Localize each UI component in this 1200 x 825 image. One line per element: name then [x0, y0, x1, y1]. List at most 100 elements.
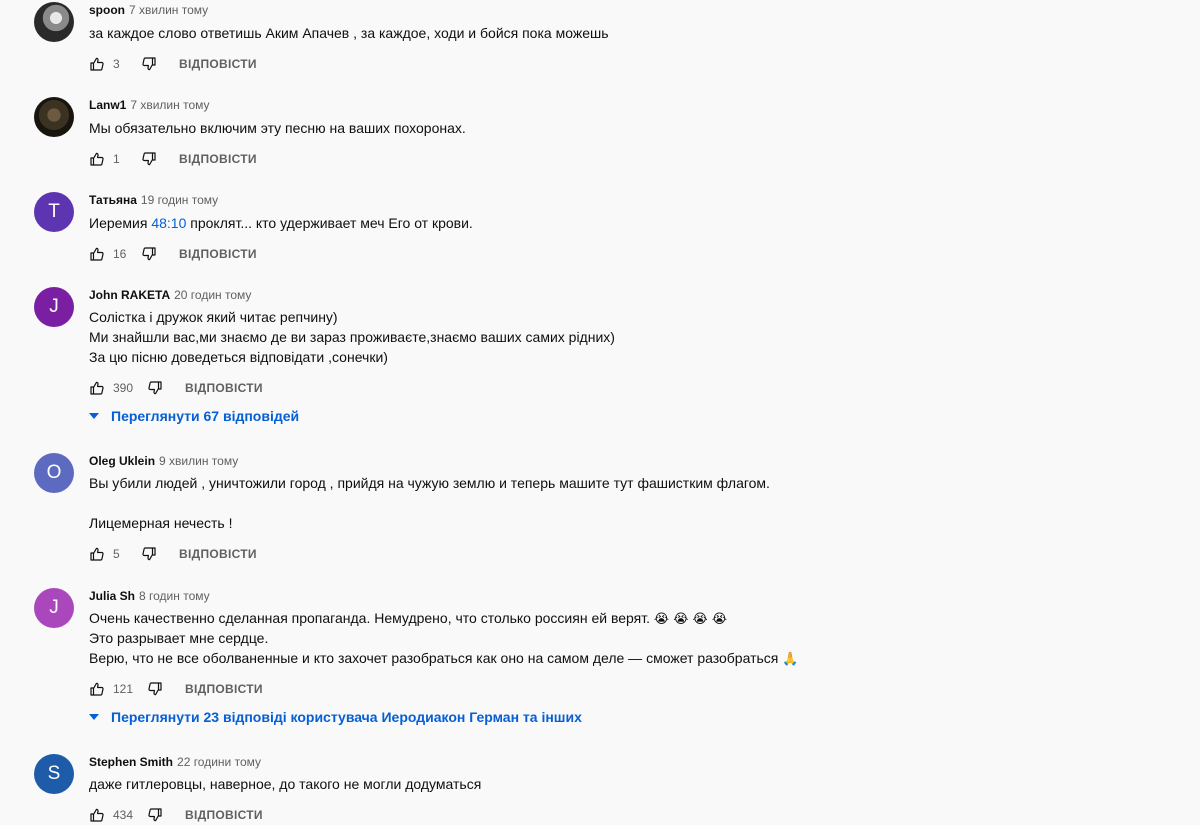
- comment-header: John RAKETA 20 годин тому: [89, 287, 251, 303]
- comment-line: Мы обязательно включим эту песню на ваши…: [89, 120, 466, 136]
- comment-header: Julia Sh 8 годин тому: [89, 588, 210, 604]
- comment-time[interactable]: 8 годин тому: [139, 589, 210, 603]
- comment-line: Очень качественно сделанная пропаганда. …: [89, 608, 798, 628]
- comment-time[interactable]: 7 хвилин тому: [129, 3, 208, 17]
- thumbs-up-icon[interactable]: [89, 681, 105, 697]
- author-name[interactable]: John RAKETA: [89, 288, 170, 302]
- reply-button[interactable]: ВІДПОВІСТИ: [185, 682, 263, 696]
- comment-actions: 5 ВІДПОВІСТИ: [89, 544, 257, 564]
- reply-button[interactable]: ВІДПОВІСТИ: [185, 808, 263, 822]
- reply-button[interactable]: ВІДПОВІСТИ: [185, 381, 263, 395]
- comment-header: Lanw1 7 хвилин тому: [89, 97, 210, 113]
- avatar[interactable]: Т: [34, 192, 74, 232]
- reply-button[interactable]: ВІДПОВІСТИ: [179, 247, 257, 261]
- avatar-letter: S: [47, 763, 61, 784]
- avatar[interactable]: J: [34, 287, 74, 327]
- comment-line: даже гитлеровцы, наверное, до такого не …: [89, 776, 482, 792]
- author-name[interactable]: Oleg Uklein: [89, 454, 155, 468]
- caret-down-icon: [89, 714, 99, 720]
- comment-time[interactable]: 20 годин тому: [174, 288, 251, 302]
- comment-text: Очень качественно сделанная пропаганда. …: [89, 608, 798, 668]
- like-count: 16: [113, 247, 127, 261]
- like-count: 1: [113, 152, 120, 166]
- comment-text-part: проклят... кто удерживает меч Его от кро…: [186, 215, 473, 231]
- comment-time[interactable]: 7 хвилин тому: [130, 98, 209, 112]
- comment-text-part: Иеремия: [89, 215, 152, 231]
- thumbs-up-icon[interactable]: [89, 807, 105, 823]
- comment-line: за каждое слово ответишь Аким Апачев , з…: [89, 25, 609, 41]
- thumbs-down-icon[interactable]: [147, 681, 163, 697]
- thumbs-down-icon[interactable]: [141, 56, 157, 72]
- comment-header: Татьяна 19 годин тому: [89, 192, 218, 208]
- comment-line: Солістка і дружок який читає репчину): [89, 309, 338, 325]
- view-replies-label: Переглянути 67 відповідей: [111, 408, 300, 424]
- comment-time[interactable]: 9 хвилин тому: [159, 454, 238, 468]
- like-count: 121: [113, 682, 134, 696]
- avatar-letter: Т: [48, 201, 60, 222]
- avatar[interactable]: O: [34, 453, 74, 493]
- comment-line: Верю, что не все оболваненные и кто захо…: [89, 648, 798, 668]
- thumbs-down-icon[interactable]: [141, 246, 157, 262]
- comment-line: Ми знайшли вас,ми знаємо де ви зараз про…: [89, 329, 615, 345]
- comment-actions: 16 ВІДПОВІСТИ: [89, 244, 257, 264]
- comment-actions: 121 ВІДПОВІСТИ: [89, 679, 263, 699]
- like-count: 434: [113, 808, 134, 822]
- like-count: 390: [113, 381, 134, 395]
- thumbs-up-icon[interactable]: [89, 151, 105, 167]
- comment-text-part: Очень качественно сделанная пропаганда. …: [89, 610, 650, 626]
- view-replies-button[interactable]: Переглянути 23 відповіді користувача Иер…: [89, 709, 582, 725]
- author-name[interactable]: Stephen Smith: [89, 755, 173, 769]
- thumbs-up-icon[interactable]: [89, 546, 105, 562]
- comment-line: Лицемерная нечесть !: [89, 515, 233, 531]
- like-count: 5: [113, 547, 120, 561]
- comment-line: Иеремия 48:10 проклят... кто удерживает …: [89, 213, 473, 233]
- comment-line: Это разрывает мне сердце.: [89, 630, 269, 646]
- author-name[interactable]: Татьяна: [89, 193, 137, 207]
- author-name[interactable]: Lanw1: [89, 98, 126, 112]
- thumbs-up-icon[interactable]: [89, 246, 105, 262]
- comment-actions: 3 ВІДПОВІСТИ: [89, 54, 257, 74]
- like-count: 3: [113, 57, 120, 71]
- comment-header: Stephen Smith 22 години тому: [89, 754, 261, 770]
- thumbs-down-icon[interactable]: [147, 807, 163, 823]
- praying-hands-emoji-icon: 🙏: [782, 652, 799, 667]
- avatar-letter: O: [46, 462, 62, 483]
- crying-emoji-icon: 😭 😭 😭 😭: [653, 612, 728, 627]
- comment-header: Oleg Uklein 9 хвилин тому: [89, 453, 238, 469]
- avatar[interactable]: S: [34, 754, 74, 794]
- avatar[interactable]: [34, 97, 74, 137]
- comment-text: даже гитлеровцы, наверное, до такого не …: [89, 774, 481, 794]
- comment-text-part: Верю, что не все оболваненные и кто захо…: [89, 650, 779, 666]
- reply-button[interactable]: ВІДПОВІСТИ: [179, 547, 257, 561]
- avatar-letter: J: [49, 597, 59, 618]
- reply-button[interactable]: ВІДПОВІСТИ: [179, 152, 257, 166]
- timestamp-link[interactable]: 48:10: [151, 215, 186, 231]
- comment-actions: 1 ВІДПОВІСТИ: [89, 149, 257, 169]
- comment-text: Вы убили людей , уничтожили город , прий…: [89, 473, 770, 533]
- thumbs-down-icon[interactable]: [141, 151, 157, 167]
- reply-button[interactable]: ВІДПОВІСТИ: [179, 57, 257, 71]
- comment-line-blank: [89, 493, 770, 513]
- thumbs-up-icon[interactable]: [89, 380, 105, 396]
- comment-text: за каждое слово ответишь Аким Апачев , з…: [89, 23, 609, 43]
- avatar[interactable]: J: [34, 588, 74, 628]
- caret-down-icon: [89, 413, 99, 419]
- thumbs-down-icon[interactable]: [147, 380, 163, 396]
- avatar-letter: J: [49, 296, 59, 317]
- author-name[interactable]: spoon: [89, 3, 125, 17]
- thumbs-up-icon[interactable]: [89, 56, 105, 72]
- view-replies-label: Переглянути 23 відповіді користувача Иер…: [111, 709, 582, 725]
- author-name[interactable]: Julia Sh: [89, 589, 135, 603]
- comment-time[interactable]: 19 годин тому: [141, 193, 218, 207]
- thumbs-down-icon[interactable]: [141, 546, 157, 562]
- view-replies-button[interactable]: Переглянути 67 відповідей: [89, 408, 299, 424]
- avatar[interactable]: [34, 2, 74, 42]
- comment-actions: 434 ВІДПОВІСТИ: [89, 805, 263, 825]
- comment-line: Вы убили людей , уничтожили город , прий…: [89, 475, 770, 491]
- comment-text: Солістка і дружок який читає репчину) Ми…: [89, 307, 615, 367]
- comment-time[interactable]: 22 години тому: [177, 755, 261, 769]
- comment-text: Мы обязательно включим эту песню на ваши…: [89, 118, 466, 138]
- comment-actions: 390 ВІДПОВІСТИ: [89, 378, 263, 398]
- comment-text: Иеремия 48:10 проклят... кто удерживает …: [89, 213, 473, 233]
- comment-line: За цю пісню доведеться відповідати ,соне…: [89, 349, 388, 365]
